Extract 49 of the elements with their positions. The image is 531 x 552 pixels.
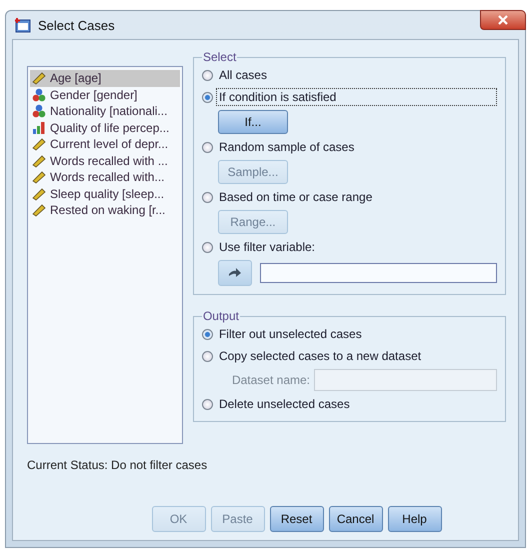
variable-item[interactable]: Current level of depr... [30,136,180,152]
close-button[interactable] [480,10,526,30]
move-button[interactable] [218,260,252,286]
variable-item[interactable]: Sleep quality [sleep... [30,186,180,202]
radio-button[interactable] [202,350,213,362]
radio-button[interactable] [202,398,213,410]
group-title: Select [202,50,238,64]
ruler-icon [32,71,46,86]
circles-icon [32,104,46,118]
bar-chart-icon [32,120,46,135]
radio-button[interactable] [202,192,213,202]
close-icon [498,15,508,25]
filter-variable-field[interactable] [260,263,497,283]
variable-item[interactable]: Nationality [nationali... [30,103,180,120]
ruler-icon [32,154,46,168]
option-label[interactable]: Random sample of cases [216,138,358,156]
ruler-icon [32,137,46,152]
dataset-name-label: Dataset name: [232,373,310,387]
ruler-icon [32,170,46,184]
variable-item[interactable]: Age [age] [30,70,180,86]
option-label[interactable]: Delete unselected cases [216,395,353,413]
ruler-icon [32,203,46,218]
radio-button[interactable] [202,328,213,340]
radio-button[interactable] [202,92,213,102]
variable-item[interactable]: Quality of life percep... [30,120,180,136]
variable-item[interactable]: Words recalled with... [30,169,180,186]
circles-icon [32,88,46,102]
ruler-icon [32,186,46,201]
window-title: Select Cases [38,18,115,32]
option-label[interactable]: Copy selected cases to a new dataset [216,347,424,365]
radio-button[interactable] [202,70,213,80]
variable-item[interactable]: Rested on waking [r... [30,202,180,218]
option-label[interactable]: All cases [216,66,270,84]
arrow-icon [228,268,242,278]
option-button[interactable]: If... [218,110,288,134]
option-label[interactable]: Use filter variable: [216,238,318,256]
status-text: Current Status: Do not filter cases [27,458,208,472]
option-label[interactable]: Filter out unselected cases [216,325,365,343]
dialog-icon [14,17,32,33]
radio-button[interactable] [202,242,213,252]
option-label[interactable]: Based on time or case range [216,188,376,206]
dialog-button[interactable]: Cancel [328,506,382,532]
option-label[interactable]: If condition is satisfied [216,88,497,106]
radio-button[interactable] [202,142,213,152]
dialog-button[interactable]: Help [388,506,442,532]
variable-item[interactable]: Words recalled with ... [30,152,180,169]
dialog-button[interactable]: Reset [270,506,324,532]
variable-item[interactable]: Gender [gender] [30,86,180,103]
group-title: Output [202,309,240,323]
